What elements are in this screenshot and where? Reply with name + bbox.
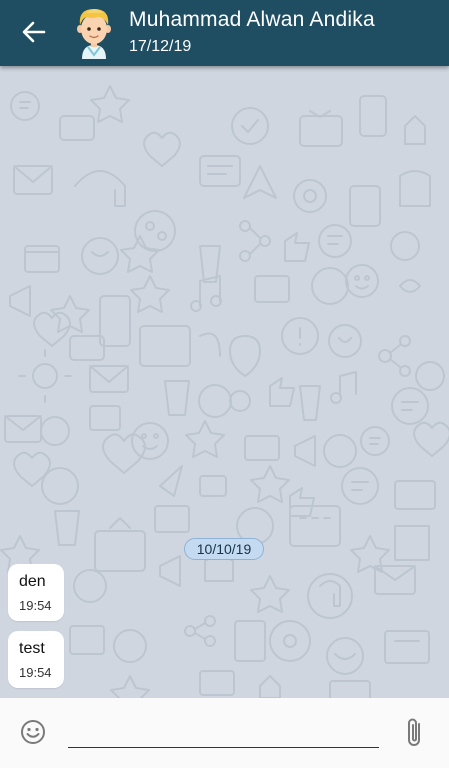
chat-area[interactable]: 10/10/19 den 19:54 test 19:54 [0,66,449,698]
message-composer [0,698,449,768]
message-bubble[interactable]: den 19:54 [8,564,64,621]
chat-wallpaper-pattern [0,85,449,698]
message-time: 19:54 [19,665,52,680]
message-bubble[interactable]: test 19:54 [8,631,64,688]
date-divider: 10/10/19 [184,538,264,560]
contact-name[interactable]: Muhammad Alwan Andika [129,8,375,32]
message-time: 19:54 [19,598,52,613]
message-input[interactable] [68,718,379,748]
message-text: test [19,640,45,657]
arrow-left-icon [22,21,46,43]
last-seen-date: 17/12/19 [129,38,192,55]
paperclip-icon[interactable] [403,716,427,748]
chat-header: Muhammad Alwan Andika 17/12/19 [0,0,449,66]
smiley-icon[interactable] [20,719,46,745]
message-text: den [19,573,46,590]
contact-avatar[interactable] [72,5,116,59]
back-button[interactable] [14,14,54,50]
